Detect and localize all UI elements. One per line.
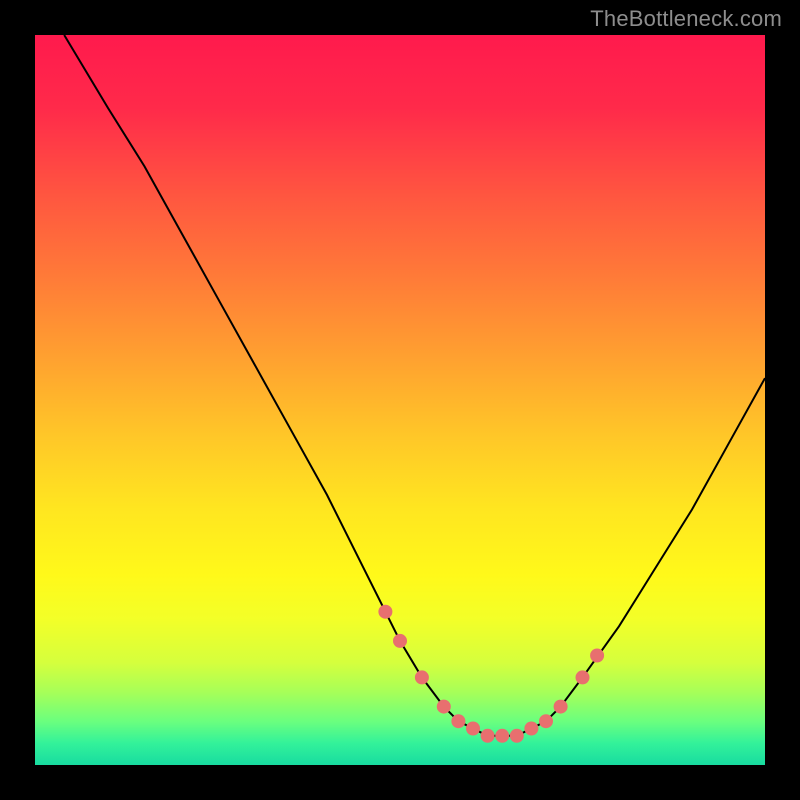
scatter-dots xyxy=(378,605,604,743)
bottleneck-curve xyxy=(64,35,765,736)
chart-stage: TheBottleneck.com xyxy=(0,0,800,800)
scatter-dot xyxy=(524,722,538,736)
scatter-dot xyxy=(466,722,480,736)
scatter-dot xyxy=(590,649,604,663)
scatter-dot xyxy=(539,714,553,728)
scatter-dot xyxy=(554,700,568,714)
scatter-dot xyxy=(437,700,451,714)
scatter-dot xyxy=(495,729,509,743)
scatter-dot xyxy=(451,714,465,728)
plot-area xyxy=(35,35,765,765)
scatter-dot xyxy=(576,670,590,684)
scatter-dot xyxy=(510,729,524,743)
scatter-dot xyxy=(415,670,429,684)
scatter-dot xyxy=(481,729,495,743)
watermark-text: TheBottleneck.com xyxy=(590,6,782,32)
scatter-dot xyxy=(393,634,407,648)
scatter-dot xyxy=(378,605,392,619)
plot-svg xyxy=(35,35,765,765)
